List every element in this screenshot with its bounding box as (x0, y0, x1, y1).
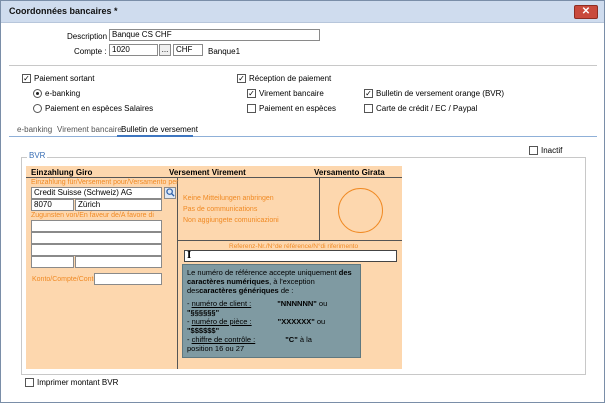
tooltip-text: "§§§§§§" (187, 308, 220, 317)
tooltip-text: des (338, 268, 352, 277)
tooltip-text: caractères numériques (187, 277, 270, 286)
reference-input[interactable]: I (184, 250, 397, 262)
bvr-head-line (26, 177, 402, 178)
bvr-group-title: BVR (27, 151, 48, 160)
tooltip-text: Le numéro de référence accepte uniquemen… (187, 268, 339, 277)
bulletin-bvr-label: Bulletin de versement orange (BVR) (376, 89, 505, 98)
bvr-divider-left (177, 178, 178, 369)
tooltip-text: , à l'exception (269, 277, 315, 286)
reception-paiement-label: Réception de paiement (249, 74, 332, 83)
tooltip-text: caractères génériques (199, 286, 279, 295)
search-icon (165, 188, 175, 197)
tooltip-text: à la (297, 335, 312, 344)
beneficiary-line1-input[interactable] (31, 220, 162, 232)
tooltip-text: position 16 ou 27 (187, 344, 245, 353)
bulletin-bvr-checkbox[interactable]: ✓ (364, 89, 373, 98)
paiement-especes-salaires-label: Paiement en espèces Salaires (45, 104, 154, 113)
bvr-divider-circle (319, 178, 320, 240)
tab-strip-line (9, 136, 597, 137)
beneficiary-city-input[interactable] (75, 256, 162, 268)
currency-field: CHF (173, 44, 203, 56)
bank-city-input[interactable]: Zürich (75, 199, 162, 211)
separator (9, 65, 597, 66)
note-it: Non aggiungete comunicazioni (183, 217, 279, 224)
compte-browse-button[interactable]: ... (159, 44, 171, 56)
window-title: Coordonnées bancaires * (9, 6, 118, 16)
reception-paiement-checkbox[interactable]: ✓ (237, 74, 246, 83)
description-input[interactable]: Banque CS CHF (109, 29, 320, 41)
tooltip-text: "XXXXXX" (277, 317, 315, 326)
carte-credit-checkbox[interactable] (364, 104, 373, 113)
bank-search-button[interactable] (164, 187, 176, 199)
bank-name: Banque1 (208, 47, 241, 56)
tooltip-text: numéro de pièce : (191, 317, 252, 326)
carte-credit-label: Carte de crédit / EC / Paypal (376, 104, 478, 113)
dialog-window: Coordonnées bancaires * ✕ Description : … (0, 0, 605, 403)
virement-bancaire-label: Virement bancaire (259, 89, 324, 98)
bvr-reference-line (178, 240, 402, 241)
tooltip-text: ou (316, 299, 328, 308)
e-banking-label: e-banking (45, 89, 81, 98)
text-cursor-icon: I (187, 251, 192, 261)
tooltip-text: chiffre de contrôle : (191, 335, 256, 344)
bvr-head-de: Einzahlung Giro (31, 168, 93, 177)
konto-label: Konto/Compte/Conto (32, 276, 98, 283)
inactif-checkbox[interactable] (529, 146, 538, 155)
paiement-especes-checkbox[interactable] (247, 104, 256, 113)
imprimer-montant-checkbox[interactable] (25, 378, 34, 387)
paiement-sortant-label: Paiement sortant (34, 74, 95, 83)
tooltip-text: de : (278, 286, 294, 295)
bvr-head-it: Versamento Girata (314, 168, 385, 177)
virement-bancaire-checkbox[interactable]: ✓ (247, 89, 256, 98)
close-button[interactable]: ✕ (574, 5, 598, 19)
paiement-sortant-checkbox[interactable]: ✓ (22, 74, 31, 83)
inactif-label: Inactif (541, 146, 563, 155)
tooltip-text: "$$$$$$" (187, 326, 220, 335)
bank-zip-input[interactable]: 8070 (31, 199, 74, 211)
bvr-head-fr: Versement Virement (169, 168, 246, 177)
compte-input[interactable]: 1020 (109, 44, 158, 56)
tooltip-text: des (187, 286, 200, 295)
einzahlung-label: Einzahlung für/Versement pour/Versamento… (31, 179, 179, 186)
beneficiary-zip-input[interactable] (31, 256, 74, 268)
tooltip-text: "C" (285, 335, 298, 344)
konto-input[interactable] (94, 273, 162, 285)
reference-tooltip: Le numéro de référence accepte uniquemen… (182, 264, 361, 358)
active-tab-indicator (117, 135, 193, 137)
title-bar: Coordonnées bancaires * ✕ (1, 1, 604, 23)
description-label: Description : (67, 32, 112, 41)
tooltip-text: "NNNNNN" (277, 299, 317, 308)
e-banking-radio[interactable] (33, 89, 42, 98)
compte-label: Compte : (74, 47, 107, 56)
reference-label: Referenz-Nr./N°de référence/N°di riferim… (229, 243, 359, 250)
beneficiary-line2-input[interactable] (31, 232, 162, 244)
beneficiary-line3-input[interactable] (31, 244, 162, 256)
tooltip-text: numéro de client : (191, 299, 252, 308)
bank-stamp-circle (338, 188, 383, 233)
paiement-especes-salaires-radio[interactable] (33, 104, 42, 113)
note-de: Keine Mitteilungen anbringen (183, 195, 274, 202)
paiement-especes-label: Paiement en espèces (259, 104, 336, 113)
imprimer-montant-label: Imprimer montant BVR (37, 378, 119, 387)
note-fr: Pas de communications (183, 206, 258, 213)
zugunsten-label: Zugunsten von/En faveur de/A favore di (31, 212, 154, 219)
tooltip-text: ou (314, 317, 326, 326)
bank-name-input[interactable]: Credit Suisse (Schweiz) AG (31, 187, 162, 199)
